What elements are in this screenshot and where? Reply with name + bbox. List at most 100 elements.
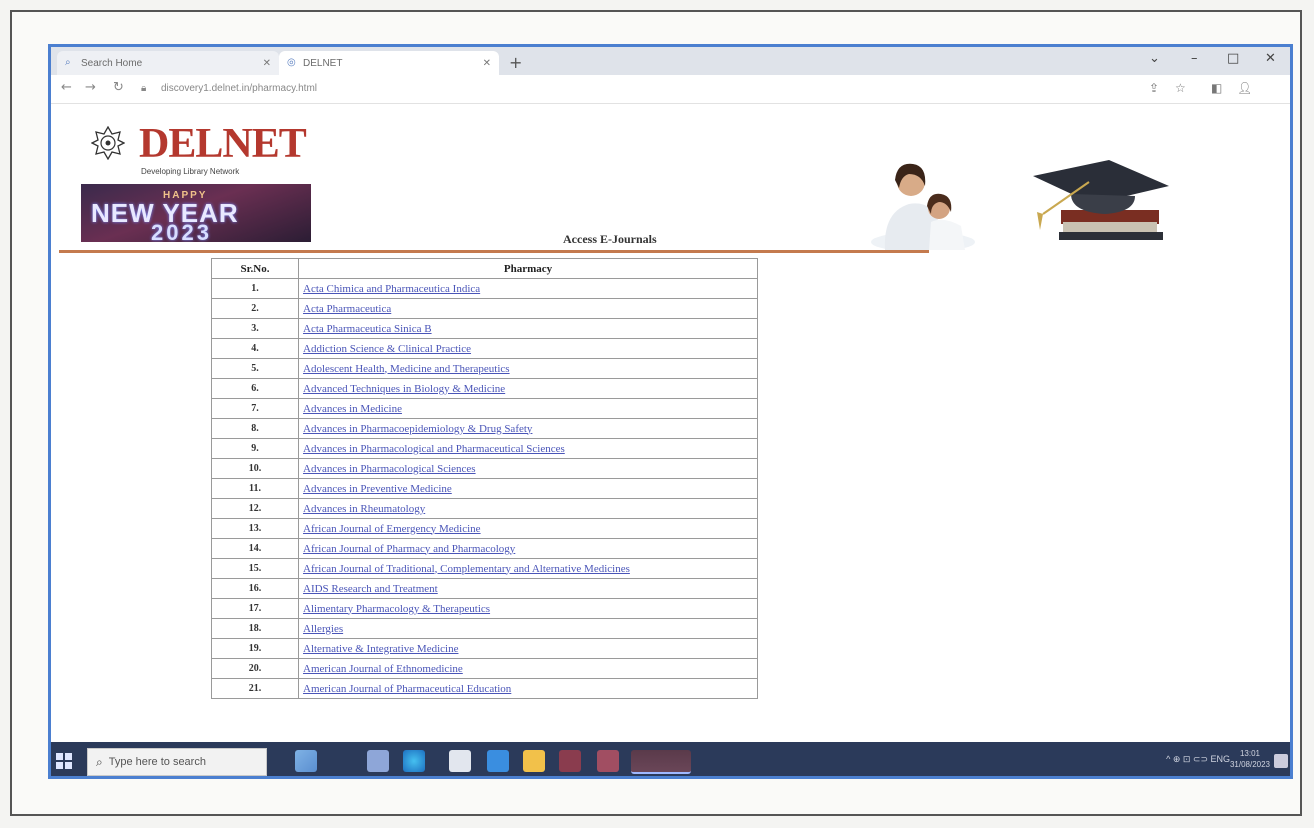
clock[interactable]: 13:01 31/08/2023	[1230, 748, 1270, 770]
table-row: 4. Addiction Science & Clinical Practice	[211, 338, 758, 359]
row-serial-number: 10.	[211, 458, 299, 479]
notification-icon[interactable]	[1274, 754, 1288, 768]
minimize-button[interactable]: –	[1191, 51, 1198, 66]
row-serial-number: 19.	[211, 638, 299, 659]
journal-link[interactable]: Addiction Science & Clinical Practice	[303, 343, 471, 355]
clock-date: 31/08/2023	[1229, 760, 1270, 769]
table-row: 5. Adolescent Health, Medicine and Therap…	[211, 358, 758, 379]
forward-icon[interactable]: →	[85, 80, 96, 95]
table-row: 6. Advanced Techniques in Biology & Medic…	[211, 378, 758, 399]
page-title: Access E-Journals	[563, 232, 657, 246]
row-serial-number: 16.	[211, 578, 299, 599]
file-explorer-icon[interactable]	[523, 750, 545, 772]
journal-link[interactable]: Advances in Medicine	[303, 403, 402, 415]
close-icon[interactable]: ✕	[483, 58, 491, 69]
address-bar: ← → ↻ 🔒︎ discovery1.delnet.in/pharmacy.h…	[51, 75, 1290, 104]
maximize-button[interactable]: □	[1227, 51, 1239, 66]
back-icon[interactable]: ←	[61, 80, 72, 95]
row-journal-cell: Advances in Pharmacological and Pharmace…	[298, 438, 758, 459]
search-icon: ⌕	[65, 57, 71, 68]
column-header-sno: Sr.No.	[211, 258, 299, 279]
sidepanel-icon[interactable]: ◧	[1211, 81, 1222, 95]
journal-link[interactable]: Alimentary Pharmacology & Therapeutics	[303, 603, 490, 615]
row-journal-cell: African Journal of Emergency Medicine	[298, 518, 758, 539]
row-journal-cell: Allergies	[298, 618, 758, 639]
table-row: 10. Advances in Pharmacological Sciences	[211, 458, 758, 479]
row-journal-cell: Acta Pharmaceutica	[298, 298, 758, 319]
web-page: DELNET Developing Library Network HAPPY …	[51, 104, 1290, 742]
lock-icon[interactable]: 🔒︎	[141, 83, 146, 94]
system-tray[interactable]: ^ ⊕ ⊡ ⊂⊃ ENG	[1166, 754, 1230, 765]
close-icon[interactable]: ✕	[263, 58, 271, 69]
row-serial-number: 5.	[211, 358, 299, 379]
table-row: 20. American Journal of Ethnomedicine	[211, 658, 758, 679]
clock-time: 13:01	[1239, 749, 1260, 758]
journal-link[interactable]: Acta Pharmaceutica	[303, 303, 391, 315]
row-journal-cell: American Journal of Ethnomedicine	[298, 658, 758, 679]
journal-link[interactable]: Advances in Rheumatology	[303, 503, 425, 515]
mail-icon[interactable]	[487, 750, 509, 772]
tab-strip: ⌕ Search Home ✕ ◎ DELNET ✕ + ⌄ – □ ✕	[51, 47, 1290, 75]
table-row: 16. AIDS Research and Treatment	[211, 578, 758, 599]
journal-link[interactable]: Acta Chimica and Pharmaceutica Indica	[303, 283, 480, 295]
settings-app-icon[interactable]	[597, 750, 619, 772]
table-row: 18. Allergies	[211, 618, 758, 639]
journal-link[interactable]: African Journal of Traditional, Compleme…	[303, 563, 630, 575]
row-serial-number: 18.	[211, 618, 299, 639]
journal-link[interactable]: Allergies	[303, 623, 343, 635]
journal-link[interactable]: African Journal of Emergency Medicine	[303, 523, 481, 535]
journal-link[interactable]: Acta Pharmaceutica Sinica B	[303, 323, 432, 335]
row-serial-number: 9.	[211, 438, 299, 459]
row-serial-number: 14.	[211, 538, 299, 559]
share-icon[interactable]: ⇪	[1149, 81, 1159, 95]
widgets-icon[interactable]	[295, 750, 317, 772]
tab-label: Search Home	[81, 57, 143, 69]
new-tab-button[interactable]: +	[509, 53, 522, 72]
table-row: 2. Acta Pharmaceutica	[211, 298, 758, 319]
calendar-icon[interactable]	[449, 750, 471, 772]
edge-browser-icon[interactable]	[403, 750, 425, 772]
row-journal-cell: Advances in Rheumatology	[298, 498, 758, 519]
journal-link[interactable]: Advanced Techniques in Biology & Medicin…	[303, 383, 505, 395]
windows-start-icon[interactable]	[55, 752, 73, 770]
store-app-icon[interactable]	[559, 750, 581, 772]
star-icon[interactable]: ☆	[1175, 81, 1186, 95]
chrome-taskbar-icon[interactable]	[631, 750, 691, 774]
row-serial-number: 1.	[211, 278, 299, 299]
row-journal-cell: Alimentary Pharmacology & Therapeutics	[298, 598, 758, 619]
journal-link[interactable]: American Journal of Ethnomedicine	[303, 663, 463, 675]
tab-delnet[interactable]: ◎ DELNET ✕	[279, 51, 499, 75]
journal-link[interactable]: Adolescent Health, Medicine and Therapeu…	[303, 363, 510, 375]
tab-search-home[interactable]: ⌕ Search Home ✕	[57, 51, 279, 75]
row-serial-number: 11.	[211, 478, 299, 499]
row-serial-number: 7.	[211, 398, 299, 419]
row-journal-cell: Adolescent Health, Medicine and Therapeu…	[298, 358, 758, 379]
table-row: 12. Advances in Rheumatology	[211, 498, 758, 519]
row-serial-number: 12.	[211, 498, 299, 519]
site-logo[interactable]: DELNET	[139, 122, 307, 166]
journal-link[interactable]: African Journal of Pharmacy and Pharmaco…	[303, 543, 515, 555]
journal-link[interactable]: Alternative & Integrative Medicine	[303, 643, 458, 655]
reload-icon[interactable]: ↻	[113, 80, 124, 95]
journal-link[interactable]: American Journal of Pharmaceutical Educa…	[303, 683, 511, 695]
chevron-down-icon[interactable]: ⌄	[1149, 51, 1160, 66]
table-row: 13. African Journal of Emergency Medicine	[211, 518, 758, 539]
screen: ⌕ Search Home ✕ ◎ DELNET ✕ + ⌄ – □ ✕ ← →…	[48, 44, 1293, 779]
profile-icon[interactable]: 👤︎	[1237, 81, 1252, 95]
row-serial-number: 4.	[211, 338, 299, 359]
taskbar-search-input[interactable]: ⌕ Type here to search	[87, 748, 267, 776]
close-window-button[interactable]: ✕	[1265, 51, 1276, 66]
journal-link[interactable]: Advances in Pharmacological Sciences	[303, 463, 476, 475]
task-view-icon[interactable]	[367, 750, 389, 772]
table-row: 3. Acta Pharmaceutica Sinica B	[211, 318, 758, 339]
header-divider	[59, 250, 929, 253]
journal-link[interactable]: AIDS Research and Treatment	[303, 583, 438, 595]
row-journal-cell: Addiction Science & Clinical Practice	[298, 338, 758, 359]
journal-link[interactable]: Advances in Pharmacological and Pharmace…	[303, 443, 565, 455]
search-placeholder: Type here to search	[108, 756, 206, 768]
table-row: 15. African Journal of Traditional, Compl…	[211, 558, 758, 579]
journal-link[interactable]: Advances in Preventive Medicine	[303, 483, 452, 495]
site-tagline: Developing Library Network	[141, 167, 240, 176]
journal-link[interactable]: Advances in Pharmacoepidemiology & Drug …	[303, 423, 532, 435]
url-field[interactable]: discovery1.delnet.in/pharmacy.html	[161, 83, 317, 94]
